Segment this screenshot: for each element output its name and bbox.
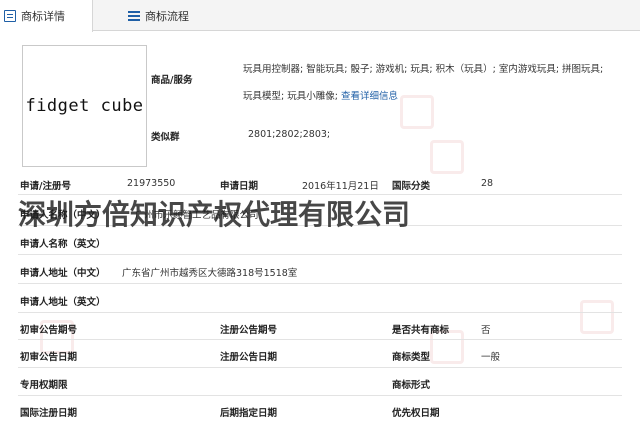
priority-date-label: 优先权日期	[392, 408, 440, 419]
applicant-name-en-label: 申请人名称（英文）	[20, 239, 106, 250]
divider	[18, 339, 622, 340]
tab-trademark-process[interactable]: 商标流程	[124, 0, 234, 31]
trademark-image-text: fidget cube	[25, 96, 144, 116]
divider	[18, 395, 622, 396]
trademark-type-value: 一般	[481, 352, 501, 363]
list-icon	[128, 10, 140, 22]
view-details-link[interactable]: 查看详细信息	[341, 91, 398, 102]
exclusive-period-label: 专用权期限	[20, 380, 68, 391]
application-number-label: 申请/注册号	[20, 181, 71, 192]
shared-trademark-label: 是否共有商标	[392, 325, 450, 336]
divider	[18, 225, 622, 226]
application-date-value: 2016年11月21日	[302, 181, 379, 192]
applicant-address-cn-value: 广东省广州市越秀区大德路318号1518室	[122, 268, 298, 279]
applicant-name-cn-label: 申请人名称（中文）	[20, 210, 106, 221]
applicant-address-en-label: 申请人地址（英文）	[20, 297, 106, 308]
watermark-seal	[430, 140, 464, 174]
application-date-label: 申请日期	[220, 181, 259, 192]
goods-line-1: 玩具用控制器; 智能玩具; 骰子; 游戏机; 玩具; 积木（玩具）; 室内游戏玩…	[243, 64, 604, 75]
trademark-image: fidget cube	[22, 45, 147, 167]
goods-line-2-text: 玩具模型; 玩具小雕像;	[243, 91, 341, 102]
tab-trademark-details[interactable]: 商标详情	[0, 0, 93, 32]
goods-services-label: 商品/服务	[151, 75, 193, 86]
intl-class-value: 28	[481, 178, 494, 189]
prelim-notice-number-label: 初审公告期号	[20, 325, 78, 336]
trademark-type-label: 商标类型	[392, 352, 431, 363]
applicant-name-cn-value: 广州市乐颜智工艺品有限公司	[135, 210, 259, 221]
intl-class-label: 国际分类	[392, 181, 431, 192]
watermark-seal	[580, 300, 614, 334]
goods-line-2: 玩具模型; 玩具小雕像; 查看详细信息	[243, 83, 633, 110]
later-designation-date-label: 后期指定日期	[220, 408, 278, 419]
reg-notice-date-label: 注册公告日期	[220, 352, 278, 363]
similar-group-value: 2801;2802;2803;	[248, 129, 331, 140]
intl-reg-date-label: 国际注册日期	[20, 408, 78, 419]
divider	[18, 312, 622, 313]
divider	[18, 194, 622, 195]
document-icon	[4, 10, 16, 22]
shared-trademark-value: 否	[481, 325, 491, 336]
applicant-address-cn-label: 申请人地址（中文）	[20, 268, 106, 279]
divider	[18, 283, 622, 284]
goods-services-value: 玩具用控制器; 智能玩具; 骰子; 游戏机; 玩具; 积木（玩具）; 室内游戏玩…	[243, 56, 633, 110]
tab-label: 商标流程	[145, 9, 189, 23]
divider	[18, 367, 622, 368]
similar-group-label: 类似群	[151, 132, 180, 143]
tab-label: 商标详情	[21, 10, 65, 23]
application-number-value: 21973550	[127, 178, 176, 189]
trademark-form-label: 商标形式	[392, 380, 431, 391]
tab-bar: 商标详情 商标流程	[0, 0, 640, 32]
prelim-notice-date-label: 初审公告日期	[20, 352, 78, 363]
divider	[18, 254, 622, 255]
reg-notice-number-label: 注册公告期号	[220, 325, 278, 336]
